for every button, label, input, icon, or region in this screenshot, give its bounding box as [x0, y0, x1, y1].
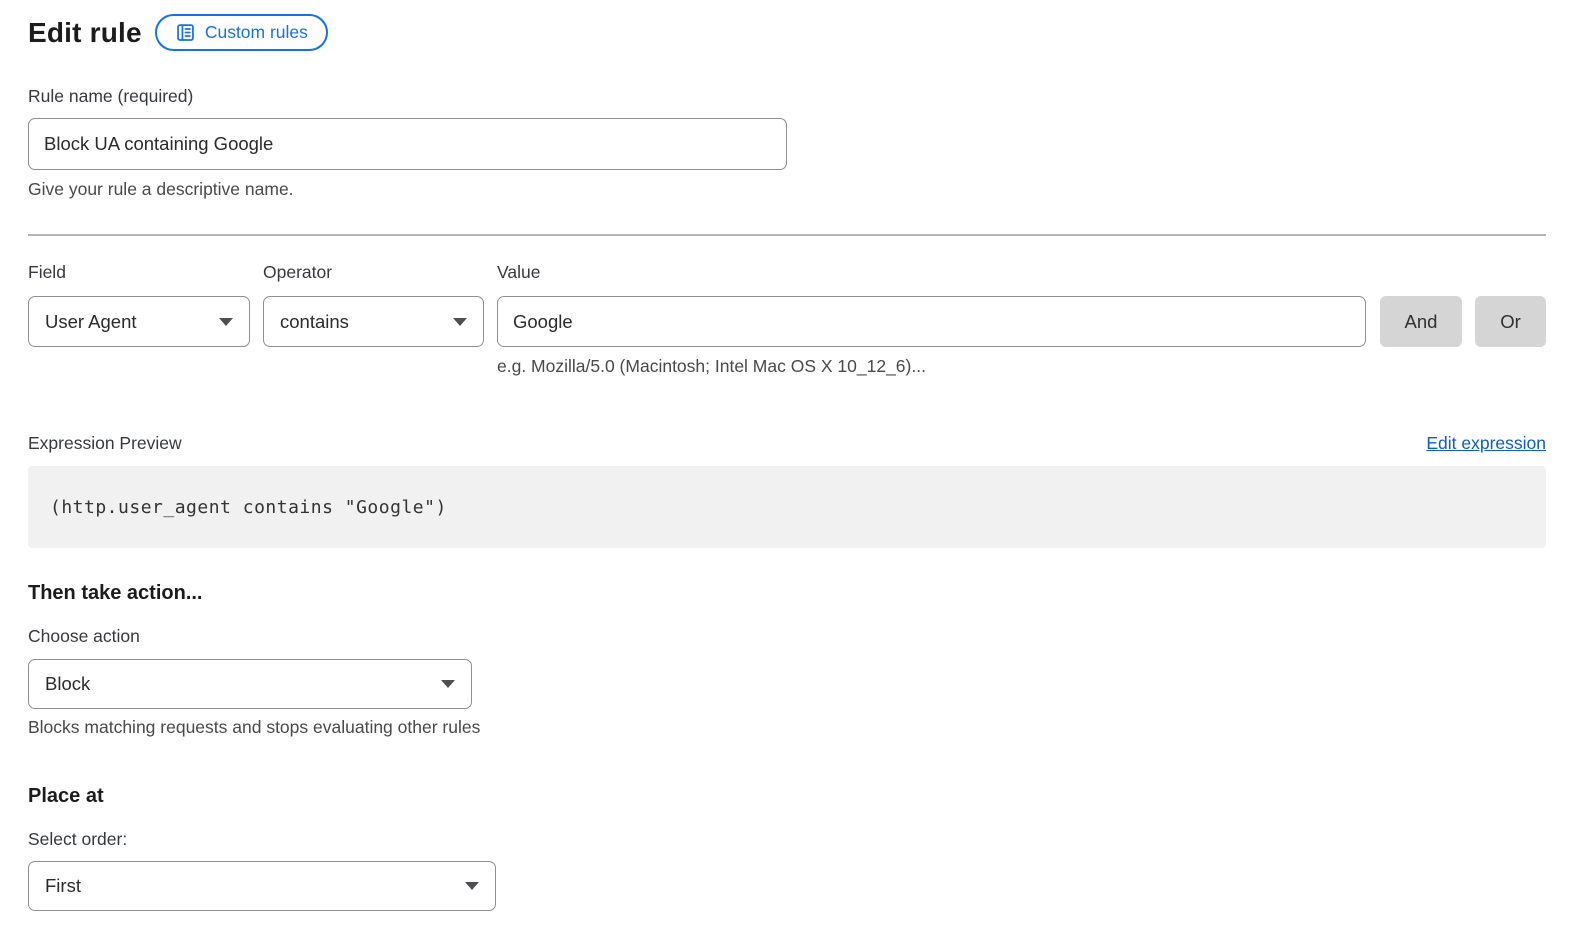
choose-action-label: Choose action — [28, 626, 1546, 647]
action-select-value: Block — [45, 673, 90, 695]
edit-rule-page: Edit rule Custom rules Rule name (requir… — [0, 0, 1587, 951]
custom-rules-badge[interactable]: Custom rules — [155, 14, 328, 51]
and-button[interactable]: And — [1380, 296, 1462, 347]
order-select-value: First — [45, 875, 81, 897]
field-label: Field — [28, 262, 263, 283]
rule-name-helper: Give your rule a descriptive name. — [28, 179, 1546, 200]
caret-down-icon — [441, 680, 455, 688]
caret-down-icon — [219, 318, 233, 326]
operator-select[interactable]: contains — [263, 296, 484, 347]
rule-name-input[interactable] — [28, 118, 787, 170]
action-select[interactable]: Block — [28, 659, 472, 709]
operator-select-value: contains — [280, 311, 349, 333]
edit-expression-link[interactable]: Edit expression — [1426, 433, 1546, 454]
page-title: Edit rule — [28, 17, 142, 49]
caret-down-icon — [465, 882, 479, 890]
section-divider — [28, 234, 1546, 236]
field-select-value: User Agent — [45, 311, 137, 333]
select-order-label: Select order: — [28, 829, 1546, 850]
expression-preview-header: Expression Preview Edit expression — [28, 433, 1546, 454]
value-example-helper: e.g. Mozilla/5.0 (Macintosh; Intel Mac O… — [497, 356, 1546, 377]
expression-preview-box: (http.user_agent contains "Google") — [28, 466, 1546, 548]
action-heading: Then take action... — [28, 582, 1546, 605]
or-button[interactable]: Or — [1475, 296, 1546, 347]
custom-rules-badge-label: Custom rules — [205, 22, 308, 43]
field-select[interactable]: User Agent — [28, 296, 250, 347]
caret-down-icon — [453, 318, 467, 326]
book-icon — [175, 22, 196, 43]
builder-controls: User Agent contains And Or — [28, 296, 1546, 347]
value-label: Value — [497, 262, 1546, 283]
action-helper: Blocks matching requests and stops evalu… — [28, 717, 1546, 738]
place-at-heading: Place at — [28, 785, 1546, 808]
operator-label: Operator — [263, 262, 497, 283]
header: Edit rule Custom rules — [28, 14, 1546, 51]
value-input[interactable] — [497, 296, 1366, 347]
expression-preview-label: Expression Preview — [28, 433, 182, 454]
order-select[interactable]: First — [28, 861, 496, 911]
rule-name-label: Rule name (required) — [28, 86, 1546, 107]
expression-code: (http.user_agent contains "Google") — [50, 497, 447, 518]
builder-labels: Field Operator Value — [28, 262, 1546, 283]
